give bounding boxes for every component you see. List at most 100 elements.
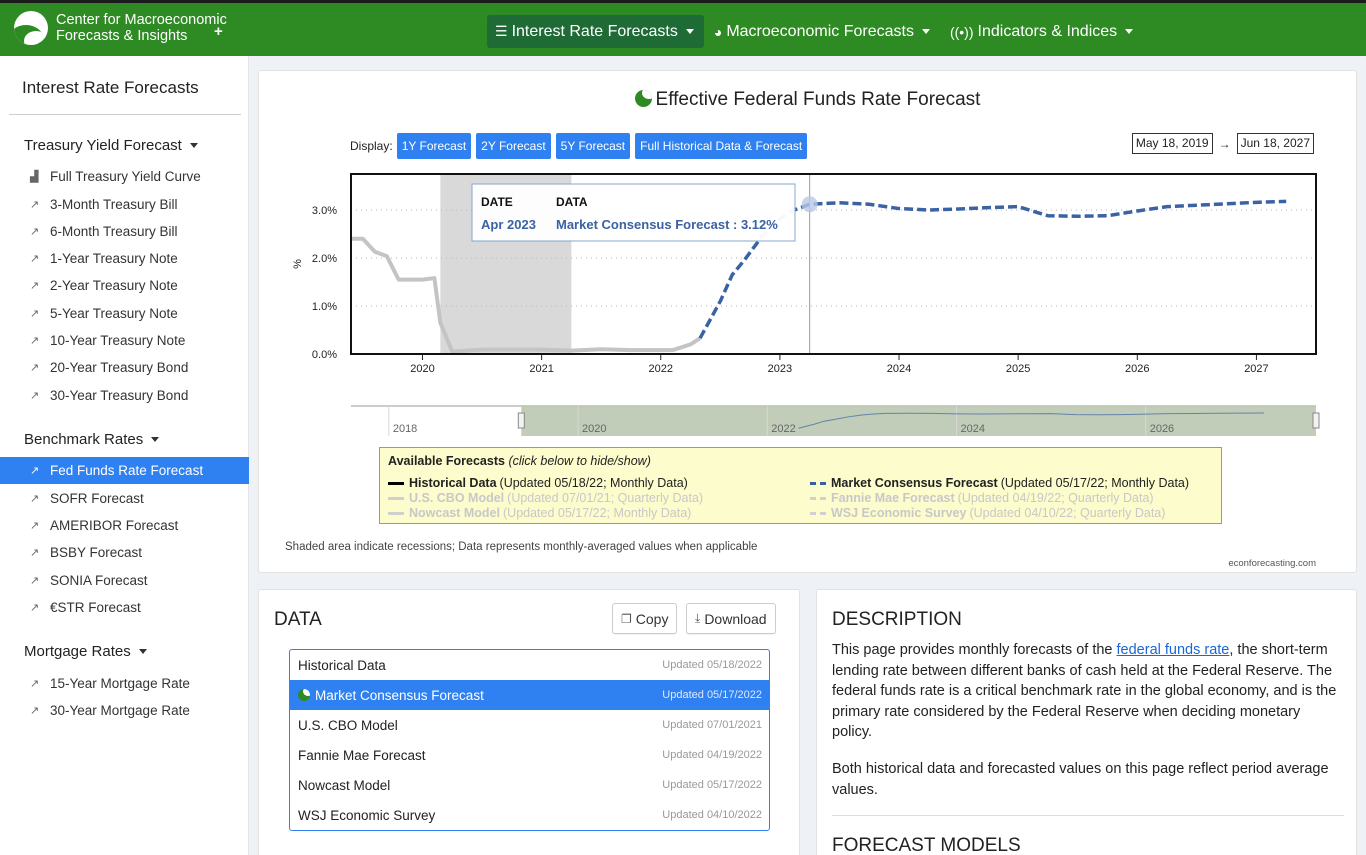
sidebar-item-5-year-treasury-note[interactable]: ↗ 5-Year Treasury Note — [0, 300, 249, 327]
legend-swatch — [810, 511, 826, 515]
dataset-row-market-consensus[interactable]: Market Consensus Forecast Updated 05/17/2… — [290, 680, 769, 710]
sidebar-item-label: Full Treasury Yield Curve — [50, 169, 201, 184]
copy-label: Copy — [635, 610, 669, 627]
sidebar-item-15-year-mortgage-rate[interactable]: ↗ 15-Year Mortgage Rate — [0, 670, 249, 697]
dataset-updated: Updated 05/17/2022 — [662, 689, 762, 701]
nav-macroeconomic-forecasts[interactable]: ◕ Macroeconomic Forecasts — [706, 15, 940, 48]
line-chart-icon: ↗ — [30, 520, 40, 532]
legend-title: Available Forecasts (click below to hide… — [388, 454, 1213, 468]
x-tick-label: 2020 — [410, 363, 434, 375]
legend-hint: (click below to hide/show) — [508, 454, 651, 468]
dataset-row-cbo[interactable]: U.S. CBO Model Updated 07/01/2021 — [290, 710, 769, 740]
sidebar-item-20-year-treasury-bond[interactable]: ↗ 20-Year Treasury Bond — [0, 354, 249, 381]
description-title: DESCRIPTION — [832, 609, 962, 630]
legend-info: (Updated 07/01/21; Quarterly Data) — [507, 491, 704, 505]
sidebar-group-treasury[interactable]: Treasury Yield Forecast — [24, 137, 198, 154]
nav-indicators-indices[interactable]: ((•)) Indicators & Indices — [942, 15, 1143, 48]
sidebar-item-label: 20-Year Treasury Bond — [50, 360, 189, 375]
dataset-row-nowcast[interactable]: Nowcast Model Updated 05/17/2022 — [290, 770, 769, 800]
legend-item-cbo[interactable]: U.S. CBO Model (Updated 07/01/21; Quarter… — [388, 491, 703, 505]
dataset-row-fannie-mae[interactable]: Fannie Mae Forecast Updated 04/19/2022 — [290, 740, 769, 770]
sidebar-item-label: SONIA Forecast — [50, 573, 148, 588]
pie-chart-icon: ◕ — [713, 23, 723, 40]
sidebar-item-sofr-forecast[interactable]: ↗ SOFR Forecast — [0, 485, 249, 512]
legend-swatch — [388, 481, 404, 485]
x-tick-label: 2026 — [1125, 363, 1149, 375]
chart-card: Effective Federal Funds Rate Forecast Di… — [258, 70, 1357, 573]
sidebar-item-full-treasury-yield-curve[interactable]: ▟ Full Treasury Yield Curve — [0, 163, 249, 190]
sidebar-group-mortgage[interactable]: Mortgage Rates — [24, 643, 147, 660]
brand-line-1: Center for Macroeconomic — [56, 12, 227, 28]
line-chart-icon: ↗ — [30, 390, 40, 402]
sidebar-item-bsby-forecast[interactable]: ↗ BSBY Forecast — [0, 539, 249, 566]
sidebar-item-30-year-mortgage-rate[interactable]: ↗ 30-Year Mortgage Rate — [0, 697, 249, 724]
x-tick-label: 2027 — [1244, 363, 1268, 375]
legend-info: (Updated 04/19/22; Quarterly Data) — [957, 491, 1154, 505]
dataset-updated: Updated 07/01/2021 — [662, 719, 762, 731]
line-chart-icon: ↗ — [30, 253, 40, 265]
line-chart-icon: ↗ — [30, 308, 40, 320]
hover-point — [801, 196, 818, 213]
legend-info: (Updated 04/10/22; Quarterly Data) — [969, 506, 1166, 520]
sidebar-item-3-month-treasury-bill[interactable]: ↗ 3-Month Treasury Bill — [0, 191, 249, 218]
description-paragraph-1: This page provides monthly forecasts of … — [832, 640, 1344, 743]
chevron-down-icon — [138, 649, 147, 654]
legend-item-historical[interactable]: Historical Data (Updated 05/18/22; Monthl… — [388, 476, 688, 490]
legend-item-market-consensus[interactable]: Market Consensus Forecast (Updated 05/17/… — [810, 476, 1189, 490]
sidebar-item-label: 15-Year Mortgage Rate — [50, 676, 190, 691]
sidebar-item-ameribor-forecast[interactable]: ↗ AMERIBOR Forecast — [0, 512, 249, 539]
tooltip-header-date: DATE — [481, 195, 513, 209]
sidebar-item-label: 5-Year Treasury Note — [50, 306, 178, 321]
legend-item-nowcast[interactable]: Nowcast Model (Updated 05/17/22; Monthly … — [388, 506, 691, 520]
chart-note: Shaded area indicate recessions; Data re… — [285, 541, 758, 553]
download-button[interactable]: ⤓ Download — [686, 603, 776, 634]
sidebar-item-label: €STR Forecast — [50, 600, 141, 615]
legend-item-wsj[interactable]: WSJ Economic Survey (Updated 04/10/22; Qu… — [810, 506, 1165, 520]
sidebar-item-sonia-forecast[interactable]: ↗ SONIA Forecast — [0, 567, 249, 594]
legend-info: (Updated 05/18/22; Monthly Data) — [499, 476, 688, 490]
sidebar-group-label: Treasury Yield Forecast — [24, 137, 182, 154]
federal-funds-rate-link[interactable]: federal funds rate — [1117, 642, 1230, 658]
sidebar-item-1-year-treasury-note[interactable]: ↗ 1-Year Treasury Note — [0, 245, 249, 272]
brand-logo-icon — [298, 688, 310, 701]
y-axis-label: % — [292, 259, 304, 269]
line-chart-icon: ↗ — [30, 493, 40, 505]
sidebar: Interest Rate Forecasts Treasury Yield F… — [0, 56, 249, 855]
y-tick-label: 1.0% — [312, 301, 337, 313]
description-divider — [832, 815, 1344, 816]
sidebar-item-10-year-treasury-note[interactable]: ↗ 10-Year Treasury Note — [0, 327, 249, 354]
legend-title-text: Available Forecasts — [388, 454, 505, 468]
x-tick-label: 2022 — [649, 363, 673, 375]
sidebar-item-30-year-treasury-bond[interactable]: ↗ 30-Year Treasury Bond — [0, 382, 249, 409]
navigator-left-handle[interactable] — [517, 412, 525, 429]
sidebar-item-fed-funds-rate-forecast[interactable]: ↗ Fed Funds Rate Forecast — [0, 457, 249, 484]
line-chart-icon: ↗ — [30, 226, 40, 238]
dataset-name: Nowcast Model — [298, 777, 391, 793]
nav-interest-rate-forecasts[interactable]: ☰ Interest Rate Forecasts — [487, 15, 704, 48]
sidebar-group-benchmark[interactable]: Benchmark Rates — [24, 431, 160, 448]
rate-chart[interactable]: 0.0% 1.0% 2.0% 3.0%% 2020 2021 2022 2023 2024 202… — [259, 71, 1356, 446]
sidebar-item-2-year-treasury-note[interactable]: ↗ 2-Year Treasury Note — [0, 272, 249, 299]
sidebar-item-6-month-treasury-bill[interactable]: ↗ 6-Month Treasury Bill — [0, 218, 249, 245]
sidebar-divider — [9, 114, 241, 115]
line-chart-icon: ↗ — [30, 199, 40, 211]
dataset-row-historical[interactable]: Historical Data Updated 05/18/2022 — [290, 650, 769, 680]
copy-button[interactable]: ❐ Copy — [612, 603, 678, 634]
area-chart-icon: ▟ — [30, 171, 39, 183]
sidebar-group-label: Benchmark Rates — [24, 431, 144, 448]
legend-name: Historical Data — [409, 476, 497, 490]
dataset-row-wsj[interactable]: WSJ Economic Survey Updated 04/10/2022 — [290, 800, 769, 830]
line-chart-icon: ↗ — [30, 678, 40, 690]
download-label: Download — [704, 610, 767, 627]
y-tick-label: 3.0% — [312, 205, 337, 217]
brand-plus-icon[interactable]: + — [214, 23, 223, 40]
line-chart-icon: ↗ — [30, 705, 40, 717]
navigator-right-handle[interactable] — [1312, 412, 1320, 429]
sidebar-item-label: BSBY Forecast — [50, 545, 143, 560]
sidebar-item-estr-forecast[interactable]: ↗ €STR Forecast — [0, 594, 249, 621]
chevron-down-icon — [189, 143, 198, 148]
x-tick-label: 2025 — [1006, 363, 1030, 375]
legend-item-fannie-mae[interactable]: Fannie Mae Forecast (Updated 04/19/22; Qu… — [810, 491, 1154, 505]
brand-text: Center for Macroeconomic Forecasts & Ins… — [56, 12, 256, 44]
y-tick-label: 0.0% — [312, 349, 337, 361]
